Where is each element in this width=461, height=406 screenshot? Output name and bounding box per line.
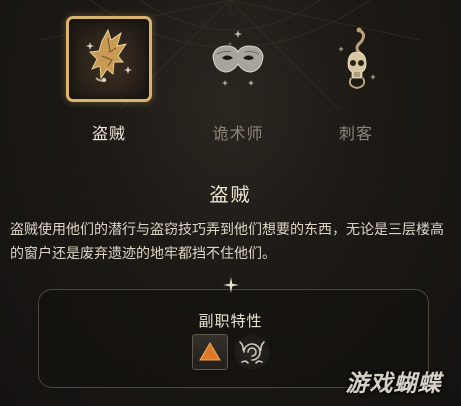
swirl-hands-trait-icon[interactable]: [234, 334, 270, 370]
subclass-arcane-trickster[interactable]: 诡术师: [178, 0, 298, 150]
subclass-assassin[interactable]: 刺客: [296, 0, 416, 150]
sparkle-divider-icon: [223, 277, 239, 293]
subclass-description: 盗贼使用他们的潜行与盗窃技巧弄到他们想要的东西，无论是三层楼高的窗户还是废弃遗迹…: [10, 222, 444, 262]
orange-triangle-trait-icon[interactable]: [192, 334, 228, 370]
skull-serpent-emblem-icon: [338, 27, 376, 90]
traits-title: 副职特性: [198, 312, 263, 330]
subclass-label: 刺客: [338, 124, 373, 143]
subclass-selector: 盗贼 诡术师 刺客: [0, 0, 461, 150]
subclass-label: 诡术师: [212, 124, 264, 143]
thief-emblem-icon: [86, 28, 132, 83]
subclass-thief[interactable]: 盗贼: [49, 0, 169, 150]
mask-emblem-icon: [212, 30, 264, 86]
subclass-label: 盗贼: [91, 124, 126, 143]
subclass-title: 盗贼: [209, 184, 252, 206]
watermark-text: 游戏蝴蝶: [345, 371, 442, 397]
